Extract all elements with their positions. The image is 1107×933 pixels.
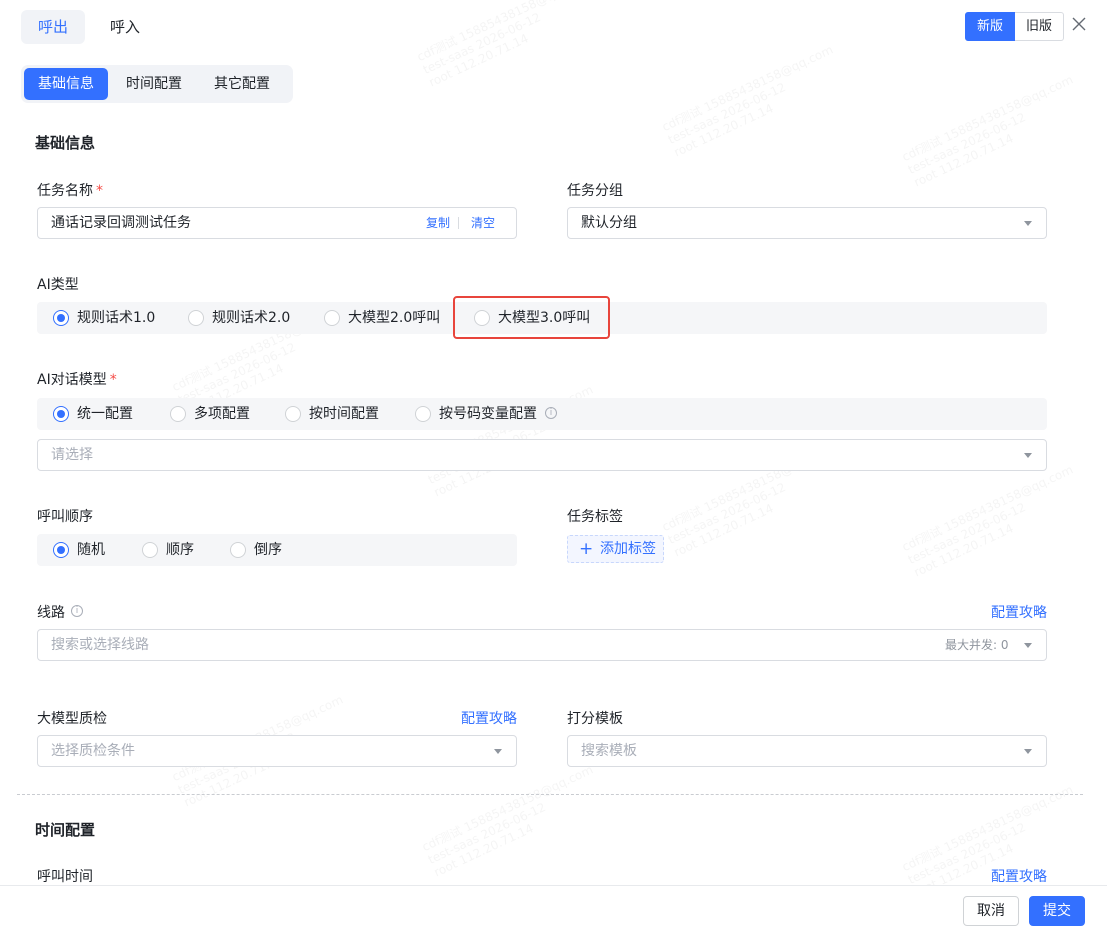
section-divider (17, 794, 1083, 795)
chevron-down-icon (1024, 749, 1032, 754)
radio-checked-icon (53, 310, 69, 326)
task-group-select[interactable]: 默认分组 (567, 207, 1047, 239)
max-concurrency-hint: 最大并发: 0 (945, 638, 1009, 652)
line-select[interactable]: 搜索或选择线路 最大并发: 0 (37, 629, 1047, 661)
radio-icon (142, 542, 158, 558)
chevron-down-icon (494, 749, 502, 754)
task-name-input[interactable]: 通话记录回调测试任务 复制 清空 (37, 207, 517, 239)
chevron-down-icon (1024, 221, 1032, 226)
ai-model-select[interactable]: 请选择 (37, 439, 1047, 471)
radio-unified-config[interactable]: 统一配置 (53, 398, 133, 430)
tab-other-config[interactable]: 其它配置 (200, 68, 284, 100)
radio-icon (285, 406, 301, 422)
ai-model-radio-group: 统一配置 多项配置 按时间配置 按号码变量配置 i (37, 398, 1047, 430)
task-group-label: 任务分组 (567, 183, 623, 199)
task-name-label: 任务名称 * (37, 183, 103, 199)
watermark: cdf测试 15885438158@qq.com test-saas 2026-… (900, 462, 1087, 579)
version-switch: 新版 旧版 (965, 12, 1065, 41)
plus-icon: + (579, 539, 594, 559)
divider (458, 217, 459, 229)
radio-checked-icon (53, 406, 69, 422)
llm-qc-label: 大模型质检 (37, 711, 107, 727)
info-icon: i (545, 407, 557, 419)
call-time-label: 呼叫时间 (37, 869, 93, 885)
chevron-down-icon (1024, 453, 1032, 458)
line-label: 线路 (37, 605, 65, 621)
watermark: cdf测试 15885438158@qq.com test-saas 2026-… (420, 762, 607, 879)
radio-reverse[interactable]: 倒序 (230, 534, 282, 566)
score-template-select[interactable]: 搜索模板 (567, 735, 1047, 767)
radio-sequential[interactable]: 顺序 (142, 534, 194, 566)
watermark: cdf测试 15885438158@qq.com test-saas 2026-… (900, 72, 1087, 189)
score-template-label: 打分模板 (567, 711, 623, 727)
call-time-guide-link[interactable]: 配置攻略 (991, 866, 1047, 886)
ai-model-label: AI对话模型 * (37, 372, 117, 388)
radio-icon (324, 310, 340, 326)
new-version-button[interactable]: 新版 (965, 12, 1016, 41)
submit-button[interactable]: 提交 (1029, 896, 1085, 926)
radio-icon (230, 542, 246, 558)
old-version-button[interactable]: 旧版 (1015, 12, 1065, 41)
call-order-radio-group: 随机 顺序 倒序 (37, 534, 517, 566)
footer-bar: 取消 提交 (0, 885, 1107, 933)
close-icon[interactable] (1072, 17, 1086, 31)
cancel-button[interactable]: 取消 (963, 896, 1019, 926)
tab-outbound[interactable]: 呼出 (21, 10, 86, 44)
highlight-box (453, 296, 610, 339)
line-guide-link[interactable]: 配置攻略 (991, 602, 1047, 622)
ai-type-label: AI类型 (37, 277, 79, 293)
radio-icon (188, 310, 204, 326)
tab-inbound[interactable]: 呼入 (93, 10, 157, 44)
clear-button[interactable]: 清空 (471, 208, 495, 238)
qc-condition-select[interactable]: 选择质检条件 (37, 735, 517, 767)
radio-random[interactable]: 随机 (53, 534, 105, 566)
tab-time-config[interactable]: 时间配置 (112, 68, 196, 100)
call-order-label: 呼叫顺序 (37, 509, 93, 525)
section-title-basic: 基础信息 (35, 134, 96, 152)
radio-rule-script-1[interactable]: 规则话术1.0 (53, 302, 155, 334)
radio-number-variable-config[interactable]: 按号码变量配置 (415, 398, 537, 430)
radio-icon (170, 406, 186, 422)
radio-llm-2[interactable]: 大模型2.0呼叫 (324, 302, 440, 334)
info-icon: i (71, 605, 83, 617)
radio-time-config[interactable]: 按时间配置 (285, 398, 379, 430)
task-tags-label: 任务标签 (567, 509, 623, 525)
add-tag-button[interactable]: + 添加标签 (567, 535, 664, 563)
section-tabs: 基础信息 时间配置 其它配置 (21, 65, 293, 103)
watermark: cdf测试 15885438158@qq.com test-saas 2026-… (415, 0, 602, 90)
radio-icon (415, 406, 431, 422)
watermark: cdf测试 15885438158@qq.com test-saas 2026-… (660, 42, 847, 159)
llm-qc-guide-link[interactable]: 配置攻略 (461, 708, 517, 728)
copy-button[interactable]: 复制 (426, 208, 450, 238)
radio-checked-icon (53, 542, 69, 558)
tab-basic-info[interactable]: 基础信息 (24, 68, 108, 100)
section-title-time: 时间配置 (35, 821, 96, 839)
radio-multi-config[interactable]: 多项配置 (170, 398, 250, 430)
chevron-down-icon (1024, 643, 1032, 648)
radio-rule-script-2[interactable]: 规则话术2.0 (188, 302, 290, 334)
